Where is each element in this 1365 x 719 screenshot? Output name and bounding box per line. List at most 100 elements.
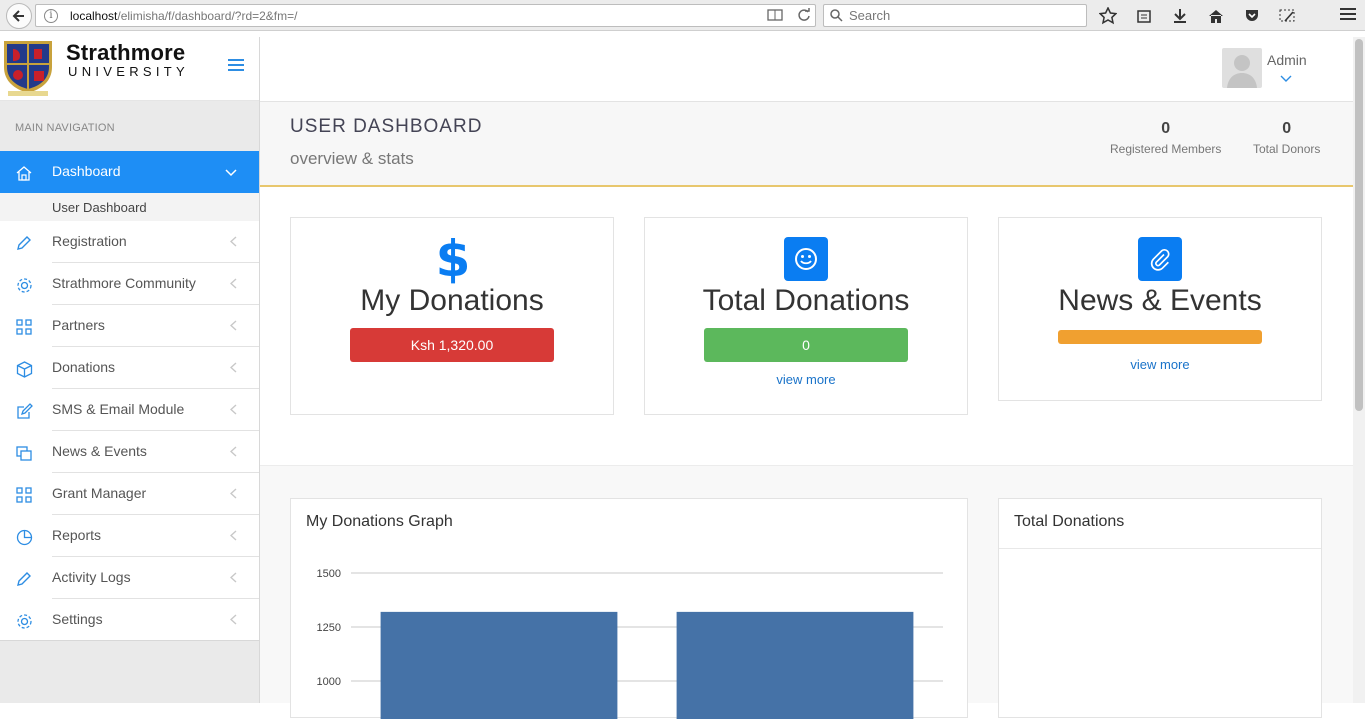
chevron-left-icon xyxy=(229,614,237,628)
sidebar-item-sms-email[interactable]: SMS & Email Module xyxy=(0,389,259,431)
home-icon[interactable] xyxy=(1205,5,1227,27)
scrollbar-thumb[interactable] xyxy=(1355,39,1363,411)
reload-icon[interactable] xyxy=(797,8,811,22)
card-value-bar: 0 xyxy=(704,328,908,362)
sidebar-item-strathmore-community[interactable]: Strathmore Community xyxy=(0,263,259,305)
panel-divider xyxy=(999,548,1321,549)
brand-subtitle: UNIVERSITY xyxy=(68,64,190,79)
sidebar-item-grant-manager[interactable]: Grant Manager xyxy=(0,473,259,515)
sidebar-item-dashboard[interactable]: Dashboard xyxy=(0,151,259,193)
sidebar-item-reports[interactable]: Reports xyxy=(0,515,259,557)
donations-bar-chart: 1000 1250 1500 xyxy=(317,568,943,719)
sidebar-item-label: News & Events xyxy=(52,443,147,459)
chevron-left-icon xyxy=(229,278,237,292)
home-icon xyxy=(15,164,33,182)
chevron-left-icon xyxy=(229,488,237,502)
search-bar[interactable]: Search xyxy=(823,4,1087,27)
box-icon xyxy=(15,360,33,378)
y-tick-label: 1000 xyxy=(317,676,341,688)
sidebar-item-label: Activity Logs xyxy=(52,569,131,585)
card-title: Total Donations xyxy=(702,284,910,317)
main-content: $ My Donations Ksh 1,320.00 Total Donati… xyxy=(260,189,1353,719)
sidebar-item-donations[interactable]: Donations xyxy=(0,347,259,389)
sidebar-item-label: Registration xyxy=(52,233,127,249)
page-scrollbar[interactable] xyxy=(1353,37,1365,703)
stat-value: 0 xyxy=(1161,120,1171,137)
dollar-icon: $ xyxy=(436,232,470,284)
sidebar-item-activity-logs[interactable]: Activity Logs xyxy=(0,557,259,599)
sidebar-item-label: Settings xyxy=(52,611,103,627)
sidebar-item-label: Reports xyxy=(52,527,102,543)
pencil-icon xyxy=(15,234,33,252)
search-icon xyxy=(830,9,843,22)
back-arrow-icon xyxy=(12,10,24,22)
sidebar-subitem-label: User Dashboard xyxy=(52,200,147,215)
y-tick-label: 1250 xyxy=(317,622,341,634)
copy-icon xyxy=(15,444,33,462)
info-icon[interactable]: i xyxy=(44,8,58,23)
chevron-down-icon[interactable] xyxy=(1280,70,1292,88)
page-header: USER DASHBOARD overview & stats 0 Regist… xyxy=(260,102,1353,187)
pencil-icon xyxy=(15,570,33,588)
sidebar-item-label: Strathmore Community xyxy=(52,275,196,291)
sidebar: Strathmore UNIVERSITY MAIN NAVIGATION Da… xyxy=(0,37,260,703)
sidebar-toggle-icon[interactable] xyxy=(228,59,244,73)
sidebar-item-label: Grant Manager xyxy=(52,485,147,501)
user-avatar[interactable] xyxy=(1222,48,1262,88)
card-total-donations: Total Donations 0 view more xyxy=(644,217,968,415)
grid-icon xyxy=(15,486,33,504)
search-placeholder: Search xyxy=(849,8,891,23)
gear-icon xyxy=(15,612,33,630)
gear-icon xyxy=(15,276,33,294)
card-news-events: News & Events view more xyxy=(998,217,1322,401)
university-crest-logo[interactable] xyxy=(0,37,56,97)
svg-text:$: $ xyxy=(436,232,470,284)
browser-menu-icon[interactable] xyxy=(1339,6,1357,27)
view-more-link[interactable]: view more xyxy=(645,372,967,387)
stat-registered-members: 0 Registered Members xyxy=(1110,120,1221,156)
url-text: localhost/elimisha/f/dashboard/?rd=2&fm=… xyxy=(70,9,297,23)
paperclip-icon xyxy=(1138,237,1182,281)
sidebar-item-partners[interactable]: Partners xyxy=(0,305,259,347)
reader-view-icon[interactable] xyxy=(767,8,783,22)
brand-name: Strathmore xyxy=(66,40,186,65)
screenshot-icon[interactable] xyxy=(1277,5,1299,27)
card-my-donations: $ My Donations Ksh 1,320.00 xyxy=(290,217,614,415)
url-path: /elimisha/f/dashboard/?rd=2&fm=/ xyxy=(117,8,298,23)
chevron-left-icon xyxy=(229,362,237,376)
bookmark-star-icon[interactable] xyxy=(1097,5,1119,27)
stat-label: Registered Members xyxy=(1110,142,1222,156)
nav-heading: MAIN NAVIGATION xyxy=(15,122,115,134)
sidebar-item-news-events[interactable]: News & Events xyxy=(0,431,259,473)
grid-icon xyxy=(15,318,33,336)
sidebar-item-registration[interactable]: Registration xyxy=(0,221,259,263)
browser-toolbar: i localhost/elimisha/f/dashboard/?rd=2&f… xyxy=(0,0,1365,31)
user-name[interactable]: Admin xyxy=(1267,52,1307,68)
charts-section: My Donations Graph 1000 1250 1500 Total Do… xyxy=(260,465,1353,719)
sidebar-item-settings[interactable]: Settings xyxy=(0,599,259,641)
sidebar-item-label: Dashboard xyxy=(52,163,121,179)
view-more-link[interactable]: view more xyxy=(999,357,1321,372)
chevron-left-icon xyxy=(229,404,237,418)
chevron-left-icon xyxy=(229,530,237,544)
url-host: localhost xyxy=(70,8,118,23)
top-header: Admin xyxy=(260,37,1353,102)
sidebar-subitem-user-dashboard[interactable]: User Dashboard xyxy=(0,193,259,221)
y-tick-label: 1500 xyxy=(317,568,341,580)
bookmarks-icon[interactable] xyxy=(1133,5,1155,27)
pocket-icon[interactable] xyxy=(1241,5,1263,27)
stat-total-donors: 0 Total Donors xyxy=(1253,120,1320,156)
page-subtitle: overview & stats xyxy=(290,149,414,168)
card-title: News & Events xyxy=(1058,284,1262,317)
panel-title: Total Donations xyxy=(1014,513,1125,530)
smile-icon xyxy=(784,237,828,281)
back-button[interactable] xyxy=(6,3,32,29)
address-bar[interactable]: i localhost/elimisha/f/dashboard/?rd=2&f… xyxy=(35,4,816,27)
chevron-down-icon xyxy=(225,166,237,180)
page-title: USER DASHBOARD xyxy=(290,116,483,137)
chevron-left-icon xyxy=(229,236,237,250)
download-icon[interactable] xyxy=(1169,5,1191,27)
donations-graph-panel: My Donations Graph 1000 1250 1500 xyxy=(290,498,968,719)
panel-title: My Donations Graph xyxy=(306,513,453,530)
chevron-left-icon xyxy=(229,320,237,334)
